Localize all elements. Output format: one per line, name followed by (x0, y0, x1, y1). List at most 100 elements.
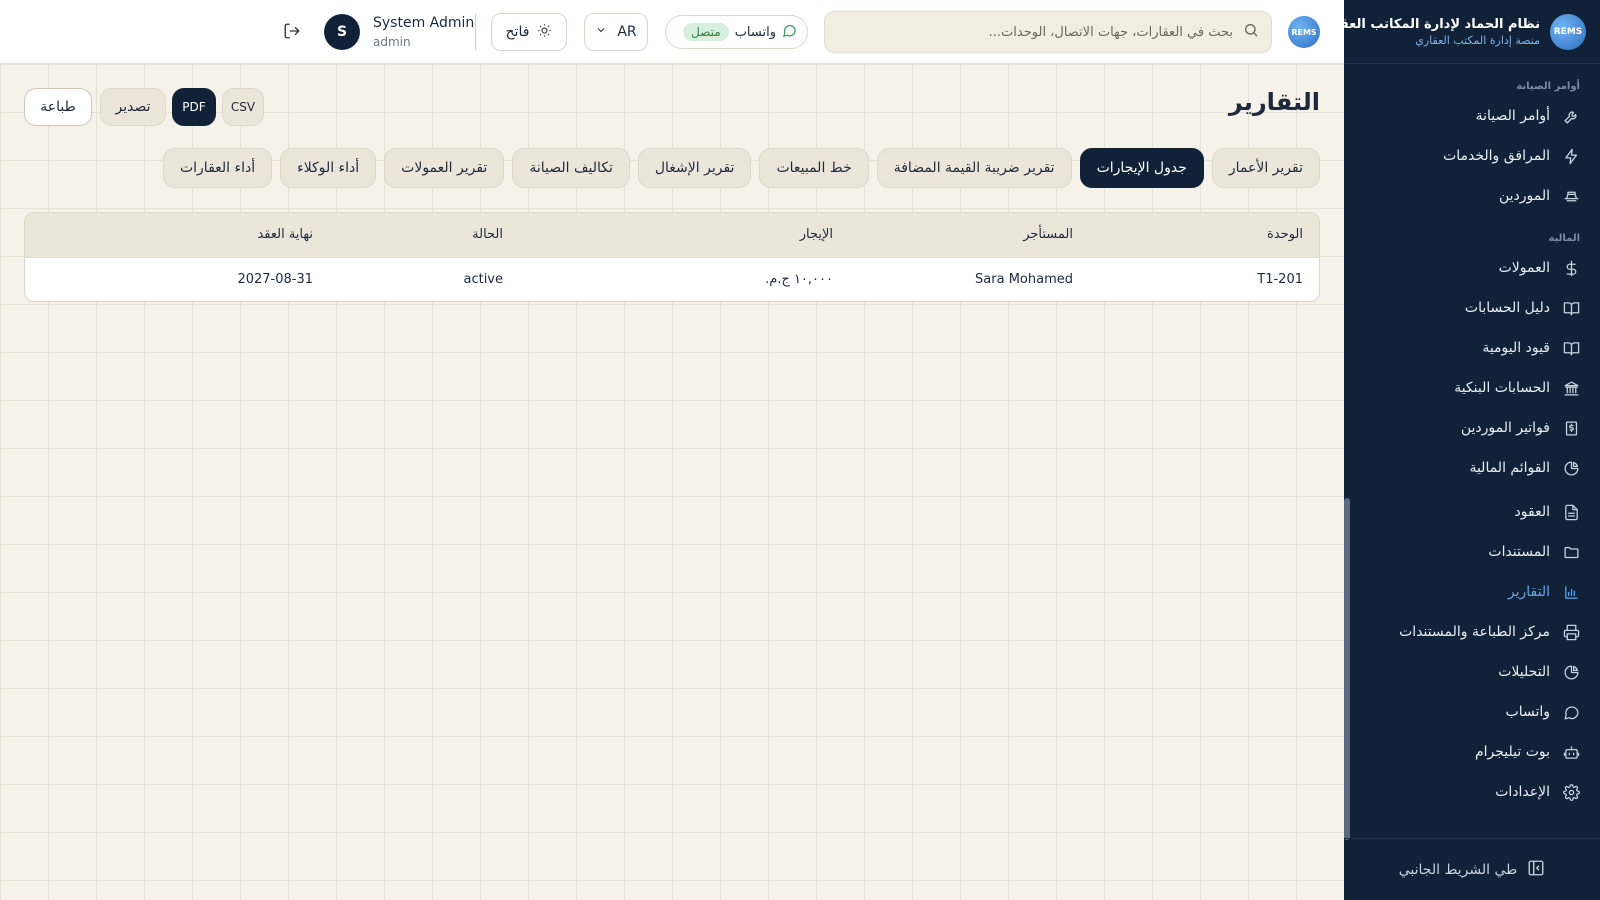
column-header-status[interactable]: الحالة (329, 213, 519, 257)
sidebar-item-label: واتساب (1505, 704, 1550, 720)
tab-vat-report[interactable]: تقرير ضريبة القيمة المضافة (876, 148, 1072, 188)
rent-roll-table: الوحدة المستأجر الإيجار الحالة نهاية الع… (24, 212, 1320, 302)
sidebar-item-settings[interactable]: الإعدادات (1344, 772, 1600, 812)
sidebar-item-label: الإعدادات (1495, 784, 1550, 800)
analytics-icon (1562, 663, 1580, 681)
book-icon (1562, 299, 1580, 317)
folder-icon (1562, 543, 1580, 561)
whatsapp-status-button[interactable]: واتساب متصل (665, 15, 808, 49)
column-header-unit[interactable]: الوحدة (1089, 213, 1319, 257)
table-row[interactable]: T1-201 Sara Mohamed ١٠,٠٠٠ ج.م. active 2… (25, 257, 1319, 301)
chat-icon (1562, 703, 1580, 721)
sidebar-item-analytics[interactable]: التحليلات (1344, 652, 1600, 692)
sun-icon (537, 23, 552, 42)
search-input[interactable] (837, 24, 1233, 40)
sidebar-item-maintenance-orders[interactable]: أوامر الصيانة (1344, 96, 1600, 136)
search-icon (1243, 22, 1259, 42)
book-open-icon (1562, 339, 1580, 357)
tab-rent-roll[interactable]: جدول الإيجارات (1079, 148, 1204, 188)
document-icon (1562, 503, 1580, 521)
table-header-row: الوحدة المستأجر الإيجار الحالة نهاية الع… (25, 213, 1319, 257)
sidebar-item-whatsapp[interactable]: واتساب (1344, 692, 1600, 732)
logout-button[interactable] (283, 22, 303, 42)
cell-contract-end: 2027-08-31 (237, 271, 313, 287)
sidebar-item-label: قيود اليومية (1482, 340, 1550, 356)
topbar: REMS واتساب متصل AR فاتح System Admin ad… (0, 0, 1344, 64)
tab-commission-report[interactable]: تقرير العمولات (384, 148, 505, 188)
chevron-down-icon (595, 24, 607, 40)
sidebar-item-label: العمولات (1498, 260, 1550, 276)
pdf-button[interactable]: PDF (172, 88, 216, 126)
search-bar[interactable] (824, 11, 1272, 53)
gear-icon (1562, 783, 1580, 801)
collapse-sidebar-button[interactable]: طي الشريط الجانبي (1344, 838, 1600, 900)
rems-logo: REMS (1550, 13, 1586, 50)
sidebar-item-telegram-bot[interactable]: بوت تيليجرام (1344, 732, 1600, 772)
column-header-contract-end[interactable]: نهاية العقد (25, 213, 329, 257)
logout-icon (283, 23, 301, 44)
column-header-rent[interactable]: الإيجار (519, 213, 849, 257)
sidebar-item-label: دليل الحسابات (1464, 300, 1550, 316)
sidebar-item-label: الموردين (1498, 188, 1550, 204)
sidebar-scrollbar[interactable] (1344, 498, 1350, 840)
sidebar-item-label: بوت تيليجرام (1474, 744, 1550, 760)
export-button[interactable]: تصدير (100, 88, 166, 126)
sidebar-item-reports[interactable]: التقارير (1344, 572, 1600, 612)
sidebar-item-financial-statements[interactable]: القوائم المالية (1344, 448, 1600, 488)
sidebar-item-bank-accounts[interactable]: الحسابات البنكية (1344, 368, 1600, 408)
theme-toggle-button[interactable]: فاتح (491, 13, 567, 51)
user-role: admin (373, 35, 411, 49)
bank-icon (1562, 379, 1580, 397)
sidebar-collapse-icon (1527, 859, 1545, 881)
sidebar-item-label: القوائم المالية (1469, 460, 1550, 476)
sidebar-item-chart-of-accounts[interactable]: دليل الحسابات (1344, 288, 1600, 328)
avatar[interactable]: S (324, 14, 360, 50)
topbar-divider (475, 14, 476, 50)
language-label: AR (617, 24, 637, 40)
lightning-icon (1562, 147, 1580, 165)
cell-status: active (463, 271, 503, 287)
sidebar-item-label: المستندات (1488, 544, 1550, 560)
sidebar-item-contracts[interactable]: العقود (1344, 492, 1600, 532)
truck-icon (1562, 187, 1580, 205)
invoice-icon (1562, 419, 1580, 437)
sidebar-item-label: أوامر الصيانة (1475, 108, 1550, 124)
wrench-icon (1562, 107, 1580, 125)
cell-rent: ١٠,٠٠٠ ج.م. (765, 271, 833, 287)
sidebar-item-supplier-invoices[interactable]: فواتير الموردين (1344, 408, 1600, 448)
main-content: التقارير طباعة تصدير PDF CSV تقرير الأعم… (0, 64, 1344, 900)
sidebar-item-label: العقود (1514, 504, 1550, 520)
sidebar-brand: REMS نظام الحماد لإدارة المكاتب العقارية… (1315, 0, 1600, 64)
sidebar-section-finance: المالية (1548, 233, 1580, 244)
pie-chart-icon (1562, 459, 1580, 477)
topbar-logo[interactable]: REMS (1288, 16, 1320, 48)
report-tabs: تقرير الأعمار جدول الإيجارات تقرير ضريبة… (162, 148, 1320, 188)
sidebar-item-documents[interactable]: المستندات (1344, 532, 1600, 572)
column-header-tenant[interactable]: المستأجر (849, 213, 1089, 257)
sidebar-section-maintenance: أوامر الصيانة (1516, 81, 1580, 92)
sidebar-item-print-center[interactable]: مركز الطباعة والمستندات (1344, 612, 1600, 652)
sidebar-item-label: التحليلات (1498, 664, 1550, 680)
sidebar-item-label: فواتير الموردين (1460, 420, 1550, 436)
page-title: التقارير (1228, 88, 1320, 116)
print-button[interactable]: طباعة (24, 88, 92, 126)
whatsapp-label: واتساب (734, 24, 776, 40)
theme-label: فاتح (505, 24, 530, 40)
sidebar-item-label: الحسابات البنكية (1454, 380, 1550, 396)
sidebar-item-utilities[interactable]: المرافق والخدمات (1344, 136, 1600, 176)
sidebar-item-journal-entries[interactable]: قيود اليومية (1344, 328, 1600, 368)
tab-maintenance-costs[interactable]: تكاليف الصيانة (512, 148, 630, 188)
status-badge: متصل (683, 23, 729, 41)
csv-button[interactable]: CSV (222, 88, 264, 126)
tab-occupancy-report[interactable]: تقرير الإشغال (637, 148, 752, 188)
tab-property-performance[interactable]: أداء العقارات (162, 148, 273, 188)
sidebar-item-suppliers[interactable]: الموردين (1344, 176, 1600, 216)
tab-aging-report[interactable]: تقرير الأعمار (1211, 148, 1320, 188)
language-selector[interactable]: AR (584, 13, 648, 51)
tab-sales-pipeline[interactable]: خط المبيعات (759, 148, 869, 188)
brand-subtitle: منصة إدارة المكتب العقاري (1415, 33, 1540, 47)
printer-icon (1562, 623, 1580, 641)
sidebar-item-label: مركز الطباعة والمستندات (1399, 624, 1550, 640)
tab-agent-performance[interactable]: أداء الوكلاء (280, 148, 377, 188)
sidebar-item-commissions[interactable]: العمولات (1344, 248, 1600, 288)
